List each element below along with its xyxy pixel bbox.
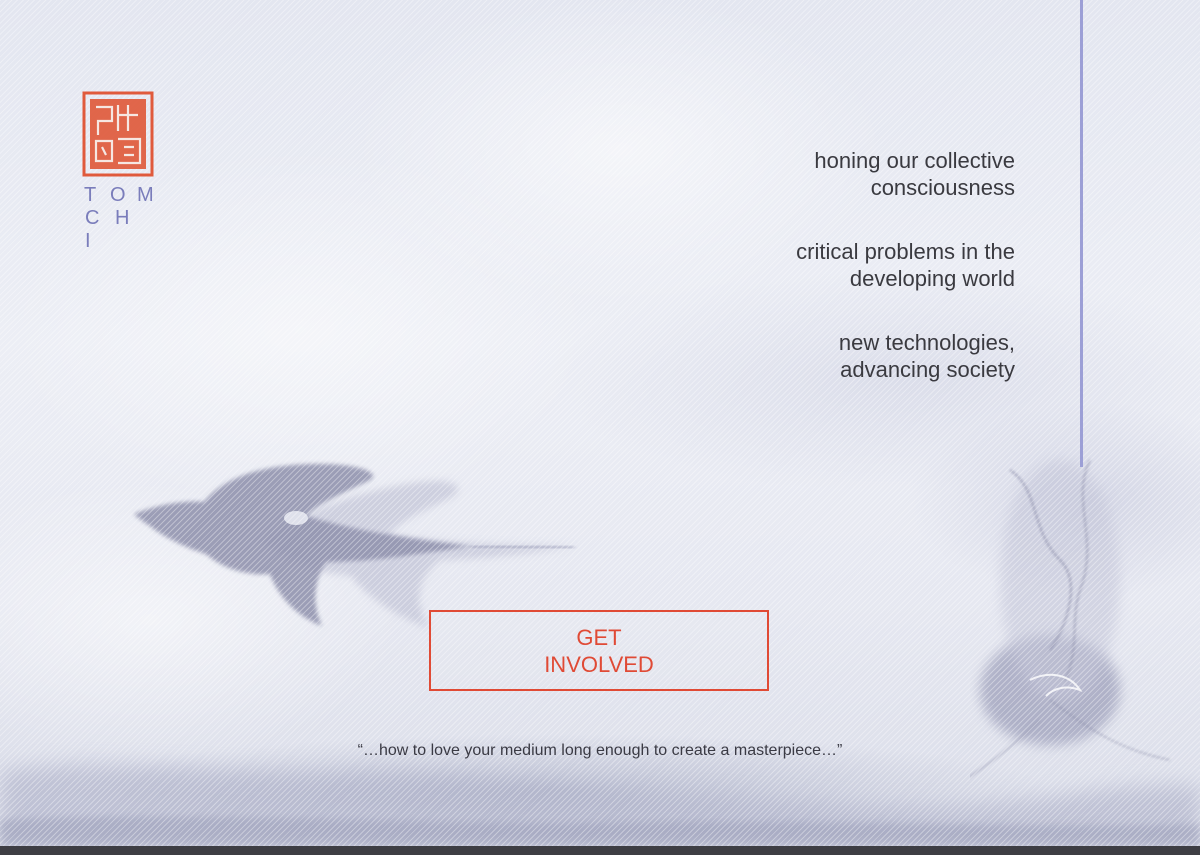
quote-text: “…how to love your medium long enough to…	[357, 742, 843, 759]
tagline-line: consciousness	[870, 175, 1015, 200]
wordmark-letter: C	[85, 207, 100, 229]
ink-flower-icon	[970, 459, 1171, 778]
bottom-bar	[0, 846, 1200, 855]
tagline-line: developing world	[849, 266, 1015, 291]
wordmark-letter: T	[84, 184, 97, 206]
wordmark-letter: M	[137, 184, 154, 206]
tagline-line: new technologies,	[838, 330, 1015, 355]
wordmark-row-1: T O M	[82, 184, 172, 207]
red-chinese-seal-icon[interactable]	[82, 91, 154, 177]
wordmark-row-2: C H	[82, 207, 172, 230]
tagline-line: critical problems in the	[796, 239, 1015, 264]
tagline-developing-world[interactable]: critical problems in the developing worl…	[655, 238, 1015, 292]
wordmark-tom-chi[interactable]: T O M C H I	[82, 184, 172, 253]
tagline-consciousness[interactable]: honing our collective consciousness	[655, 147, 1015, 201]
wordmark-row-3: I	[82, 230, 172, 253]
tagline-line: advancing society	[840, 357, 1015, 382]
wordmark-letter: O	[110, 184, 126, 206]
tagline-new-technologies[interactable]: new technologies, advancing society	[655, 329, 1015, 383]
wordmark-letter: H	[115, 207, 130, 229]
get-involved-label: GET INVOLVED	[544, 624, 654, 677]
taglines: honing our collective consciousness crit…	[655, 147, 1015, 383]
tagline-line: honing our collective	[814, 148, 1015, 173]
wordmark-letter: I	[85, 230, 91, 252]
accent-vertical-line	[1080, 0, 1083, 467]
page-background: T O M C H I honing our collective consci…	[0, 0, 1200, 855]
get-involved-button[interactable]: GET INVOLVED	[429, 610, 769, 691]
